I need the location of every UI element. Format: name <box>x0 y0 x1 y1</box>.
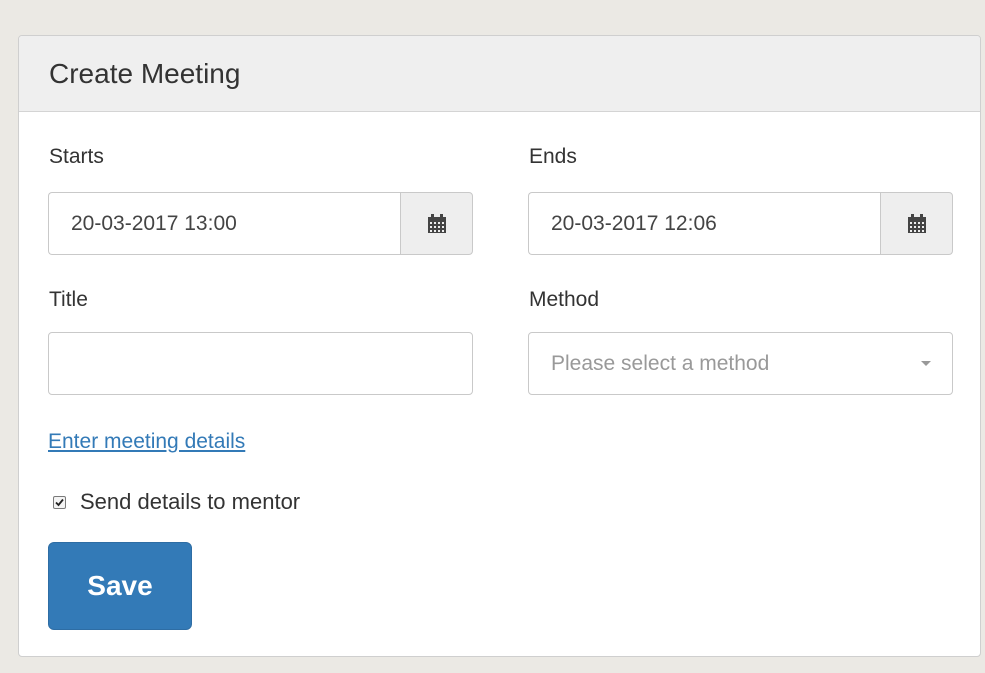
send-details-label: Send details to mentor <box>80 489 301 514</box>
starts-label: Starts <box>49 145 104 168</box>
panel-title: Create Meeting <box>49 57 241 89</box>
method-label: Method <box>529 288 600 311</box>
caret-down-icon <box>921 361 931 366</box>
starts-input[interactable]: 20-03-2017 13:00 <box>48 192 400 255</box>
check-icon <box>55 498 64 506</box>
ends-datepicker-button[interactable] <box>880 192 953 255</box>
panel-heading: Create Meeting <box>19 36 980 112</box>
send-details-row: Send details to mentor <box>53 489 300 515</box>
ends-input[interactable]: 20-03-2017 12:06 <box>528 192 880 255</box>
starts-input-group: 20-03-2017 13:00 <box>48 192 473 255</box>
save-button[interactable]: Save <box>48 542 192 630</box>
enter-meeting-details-link[interactable]: Enter meeting details <box>48 430 245 454</box>
create-meeting-panel: Create Meeting Starts 20-03-2017 13:00 E… <box>18 35 981 657</box>
send-details-checkbox[interactable] <box>53 495 66 509</box>
calendar-icon <box>907 213 926 233</box>
method-select-placeholder: Please select a method <box>551 351 770 375</box>
ends-input-group: 20-03-2017 12:06 <box>528 192 953 255</box>
calendar-icon <box>427 213 446 233</box>
title-input[interactable] <box>48 332 473 395</box>
method-select[interactable]: Please select a method <box>528 332 953 395</box>
title-label: Title <box>49 288 88 311</box>
starts-datepicker-button[interactable] <box>400 192 473 255</box>
ends-label: Ends <box>529 145 577 168</box>
